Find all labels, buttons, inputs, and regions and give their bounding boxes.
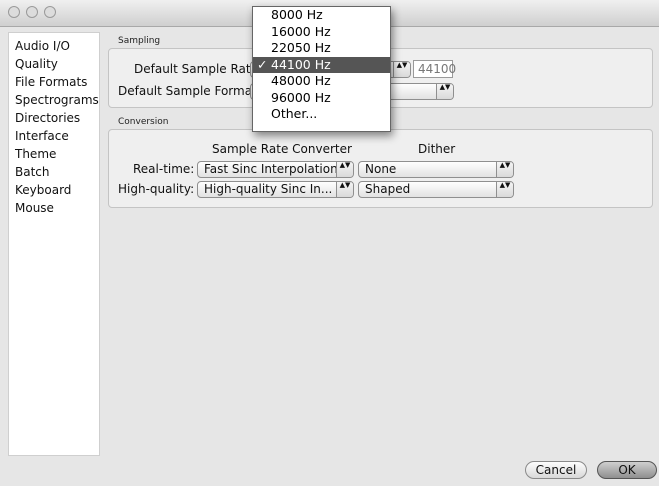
menu-item-44100-label: 44100 Hz: [271, 56, 331, 72]
high-quality-converter-popup[interactable]: High-quality Sinc In... ▲▼: [197, 181, 354, 198]
popup-arrows-icon: ▲▼: [496, 162, 513, 177]
popup-arrows-icon: ▲▼: [393, 62, 410, 77]
high-quality-converter-value: High-quality Sinc In...: [204, 182, 333, 196]
sidebar-item-mouse[interactable]: Mouse: [9, 199, 99, 217]
sidebar-item-directories[interactable]: Directories: [9, 109, 99, 127]
popup-arrows-icon: ▲▼: [336, 182, 353, 197]
preferences-sidebar: Audio I/O Quality File Formats Spectrogr…: [8, 32, 100, 456]
sidebar-item-spectrograms[interactable]: Spectrograms: [9, 91, 99, 109]
checkmark-icon: ✓: [257, 56, 268, 72]
sample-rate-field[interactable]: 44100: [413, 60, 456, 78]
menu-item-22050[interactable]: 22050 Hz: [253, 40, 390, 57]
default-sample-format-label: Default Sample Format:: [118, 84, 261, 98]
sidebar-item-audio-io[interactable]: Audio I/O: [9, 37, 99, 55]
menu-item-16000[interactable]: 16000 Hz: [253, 24, 390, 41]
high-quality-dither-value: Shaped: [365, 182, 411, 196]
realtime-converter-popup[interactable]: Fast Sinc Interpolation ▲▼: [197, 161, 354, 178]
cancel-button[interactable]: Cancel: [525, 461, 587, 479]
preferences-window: Preferences Audio I/O Quality File Forma…: [0, 0, 659, 486]
conversion-group-label: Conversion: [118, 117, 169, 127]
menu-item-44100-selected[interactable]: ✓ 44100 Hz: [253, 56, 390, 73]
popup-arrows-icon: ▲▼: [436, 84, 453, 99]
ok-button[interactable]: OK: [597, 461, 657, 479]
menu-item-48000[interactable]: 48000 Hz: [253, 73, 390, 90]
sidebar-item-theme[interactable]: Theme: [9, 145, 99, 163]
high-quality-label: High-quality:: [118, 182, 195, 196]
sidebar-item-interface[interactable]: Interface: [9, 127, 99, 145]
menu-item-96000[interactable]: 96000 Hz: [253, 90, 390, 107]
realtime-dither-popup[interactable]: None ▲▼: [358, 161, 514, 178]
sidebar-item-file-formats[interactable]: File Formats: [9, 73, 99, 91]
realtime-label: Real-time:: [133, 162, 195, 176]
sidebar-item-batch[interactable]: Batch: [9, 163, 99, 181]
default-sample-rate-label: Default Sample Rate:: [134, 62, 263, 76]
high-quality-dither-popup[interactable]: Shaped ▲▼: [358, 181, 514, 198]
sample-rate-converter-header: Sample Rate Converter: [212, 142, 352, 156]
dither-header: Dither: [418, 142, 456, 156]
popup-arrows-icon: ▲▼: [496, 182, 513, 197]
sidebar-item-keyboard[interactable]: Keyboard: [9, 181, 99, 199]
menu-item-8000[interactable]: 8000 Hz: [253, 7, 390, 24]
popup-arrows-icon: ▲▼: [336, 162, 353, 177]
realtime-dither-value: None: [365, 162, 397, 176]
sidebar-item-quality[interactable]: Quality: [9, 55, 99, 73]
sample-rate-menu: 8000 Hz 16000 Hz 22050 Hz ✓ 44100 Hz 480…: [252, 6, 391, 132]
sampling-group-label: Sampling: [118, 36, 161, 46]
menu-item-other[interactable]: Other...: [253, 106, 390, 123]
realtime-converter-value: Fast Sinc Interpolation: [204, 162, 338, 176]
